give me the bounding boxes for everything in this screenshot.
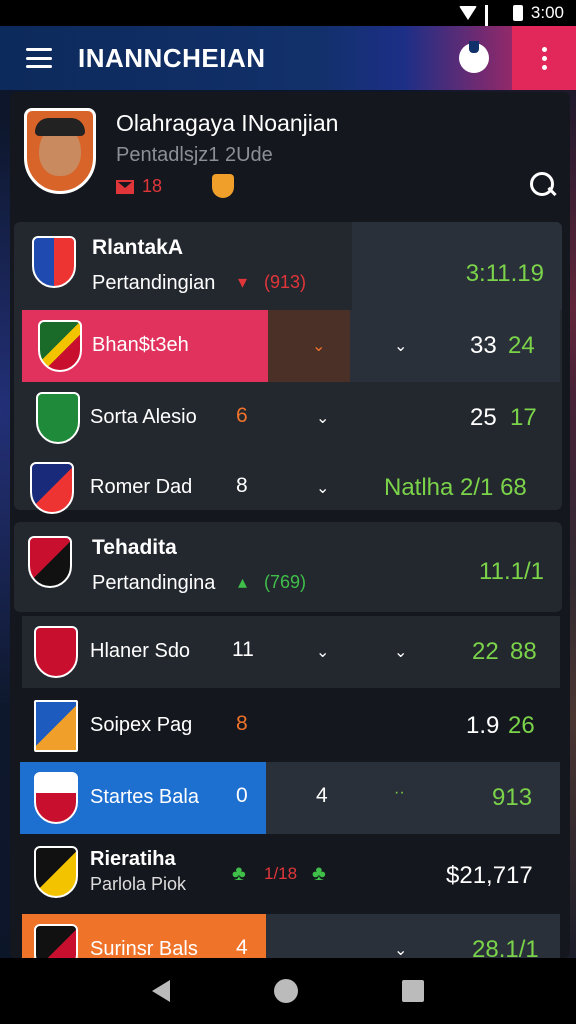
profile-subtitle: Pentadlsjz1 2Ude [116,144,273,166]
team-name: Romer Dad [90,476,193,498]
score-b: 913 [492,784,533,811]
chevron-down-icon[interactable]: ⌄ [394,336,407,356]
chevron-down-icon[interactable]: ⌄ [316,408,329,428]
row-highlight-secondary [268,310,350,382]
main-panel: Olahragaya INoanjian Pentadlsjz1 2Ude 18… [10,92,570,958]
score-a: $21,717 [446,862,533,889]
team-number: 11 [232,638,254,661]
search-icon[interactable] [530,172,558,200]
chevron-down-icon[interactable]: ⌄ [394,940,407,958]
system-navigation-bar [0,958,576,1024]
team-subtitle: Parlola Piok [90,874,187,894]
team-crest-icon [34,846,78,898]
signal-icon [484,5,505,47]
avatar [35,118,85,176]
trend-up-icon: ♣ [312,862,326,885]
team-number: 0 [236,784,248,807]
group-title: RlantakA [92,236,184,259]
recent-apps-icon[interactable] [402,980,424,1002]
app-bar: INANNCHEIAN [0,26,576,90]
team-name: Rieratiha [90,848,176,870]
team-name: Hlaner Sdo [90,640,191,662]
chevron-down-icon[interactable]: ⌄ [316,478,329,498]
menu-button[interactable] [0,26,78,90]
team-name: Soipex Pag [90,714,193,736]
wifi-icon [458,6,477,20]
score-b: 28.1/1 [472,936,539,958]
score-b: 26 [508,712,535,739]
chevron-down-icon[interactable]: ⌄ [394,642,407,662]
group-header[interactable]: Tehadita Pertandingina ▴ (769) 11.1/1 [14,522,562,610]
trend-down-icon: ▾ [238,272,248,292]
shield-icon [212,174,234,198]
wrench-icon [459,41,489,73]
group-subtitle: Pertandingina [92,572,216,594]
home-icon[interactable] [274,979,298,1003]
profile-header: Olahragaya INoanjian Pentadlsjz1 2Ude 18 [10,92,570,216]
score-a: 25 [470,404,497,431]
team-crest-icon [38,320,82,372]
table-row[interactable]: Surinsr Bals 4 ⌄ 28.1/1 [10,914,570,958]
score-b: 24 [508,332,535,359]
status-time: 3:00 [530,3,564,22]
trend-up-icon: ♣ [232,862,246,885]
battery-icon [512,5,523,21]
score-b: Natlha 2/1 68 [384,474,527,501]
team-number: 4 [236,936,248,958]
table-row[interactable]: Startes Bala 0 4 ·· 913 [10,762,570,834]
dots-icon: ·· [394,784,405,801]
team-crest-icon [34,924,78,958]
profile-stat: 18 [116,176,162,197]
profile-badge[interactable] [24,108,96,194]
chevron-down-icon[interactable]: ⌄ [316,642,329,662]
score-a: 1.9 [466,712,500,739]
group-header[interactable]: RlantakA Pertandingian ▾ (913) 3:11.19 [14,222,562,310]
hamburger-icon [26,48,52,68]
group-score: 11.1/1 [479,558,544,585]
team-name: Surinsr Bals [90,938,198,958]
group-title: Tehadita [92,536,177,559]
team-crest-icon [34,700,78,752]
team-crest-icon [28,536,72,588]
group-score: 3:11.19 [465,260,544,287]
team-crest-icon [30,462,74,514]
team-name: Bhan$t3eh [92,334,189,356]
team-number: 6 [236,404,248,427]
app-title: INANNCHEIAN [78,42,266,73]
team-crest-icon [36,392,80,444]
table-row[interactable]: Hlaner Sdo 11 ⌄ ⌄ 22 88 [10,616,570,688]
profile-title: Olahragaya INoanjian [116,110,339,136]
table-row[interactable]: Soipex Pag 8 1.9 26 [10,690,570,762]
tools-button[interactable] [444,26,504,90]
group-trend: (913) [264,272,307,292]
team-crest-icon [34,626,78,678]
team-number: 8 [236,474,248,497]
team-number: 8 [236,712,248,735]
score-a: 33 [470,332,497,359]
team-crest-icon [32,236,76,288]
score-b: 88 [510,638,537,665]
team-name: Sorta Alesio [90,406,197,428]
table-row[interactable]: Bhan$t3eh ⌄ ⌄ 33 24 [10,310,570,382]
score-a: 22 [472,638,499,665]
trend-up-icon: ▴ [238,572,248,592]
group-trend: (769) [264,572,307,592]
table-row[interactable]: Sorta Alesio 6 ⌄ 25 17 [10,382,570,454]
back-icon[interactable] [152,980,170,1002]
mail-icon [116,179,134,194]
chevron-down-icon[interactable]: ⌄ [312,336,325,356]
score-b: 17 [510,404,537,431]
table-row[interactable]: Rieratiha Parlola Piok ♣ 1/18 ♣ $21,717 [10,836,570,916]
team-name: Startes Bala [90,786,199,808]
profile-count: 18 [142,176,163,196]
team-number: 1/18 [264,864,298,883]
team-crest-icon [34,772,78,824]
table-row[interactable]: Romer Dad 8 ⌄ Natlha 2/1 68 [10,452,570,524]
team-extra: 4 [316,784,328,807]
status-bar: 3:00 [0,0,576,47]
match-group[interactable]: Tehadita Pertandingina ▴ (769) 11.1/1 [14,522,562,612]
more-options-button[interactable] [512,26,576,90]
group-subtitle: Pertandingian [92,272,216,294]
